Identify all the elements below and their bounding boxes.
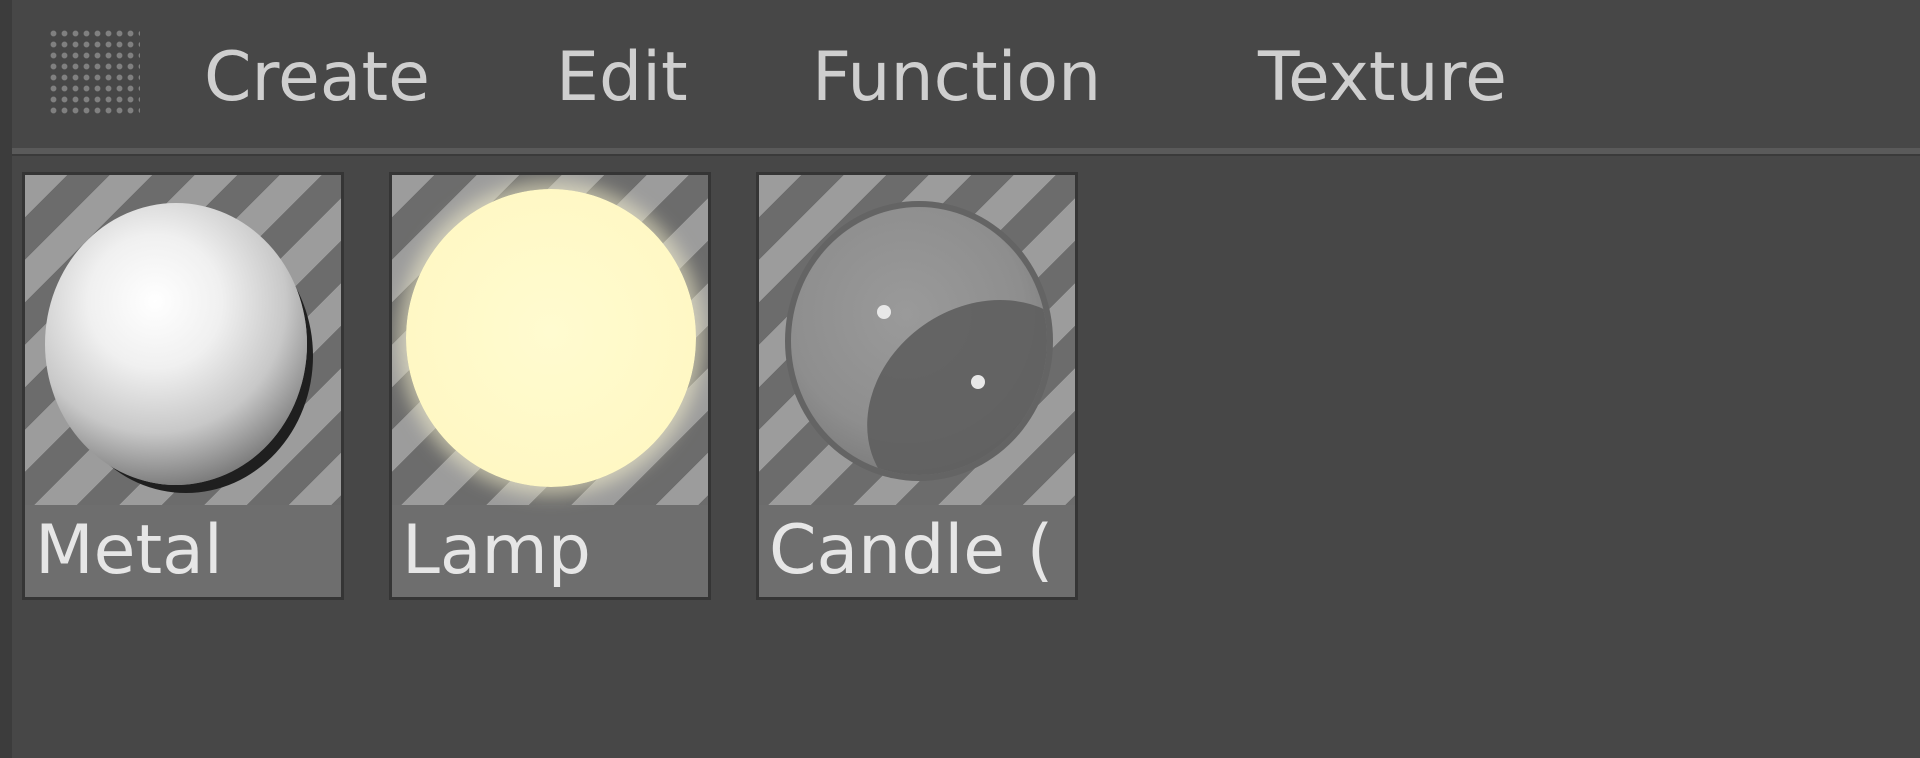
metal-sphere-icon [45,203,307,485]
menu-edit[interactable]: Edit [556,28,688,128]
specular-highlight [971,375,985,389]
menu-function[interactable]: Function [812,28,1101,128]
material-tile-metal[interactable]: Metal [22,172,344,600]
menubar-separator [12,148,1920,156]
left-edge [0,0,12,758]
menu-create[interactable]: Create [204,28,430,128]
material-label: Metal [35,511,223,590]
menu-texture[interactable]: Texture [1258,28,1507,128]
lamp-sphere-icon [406,189,696,487]
candle-shadow [825,256,1047,475]
candle-sphere-icon [785,201,1053,481]
material-label: Candle ( [769,511,1054,590]
material-tile-candle[interactable]: Candle ( [756,172,1078,600]
material-preview [392,175,708,505]
material-tile-lamp[interactable]: Lamp [389,172,711,600]
material-preview [759,175,1075,505]
grip-dots-icon[interactable] [48,28,140,118]
material-label: Lamp [402,511,591,590]
material-preview [25,175,341,505]
specular-highlight [877,305,891,319]
